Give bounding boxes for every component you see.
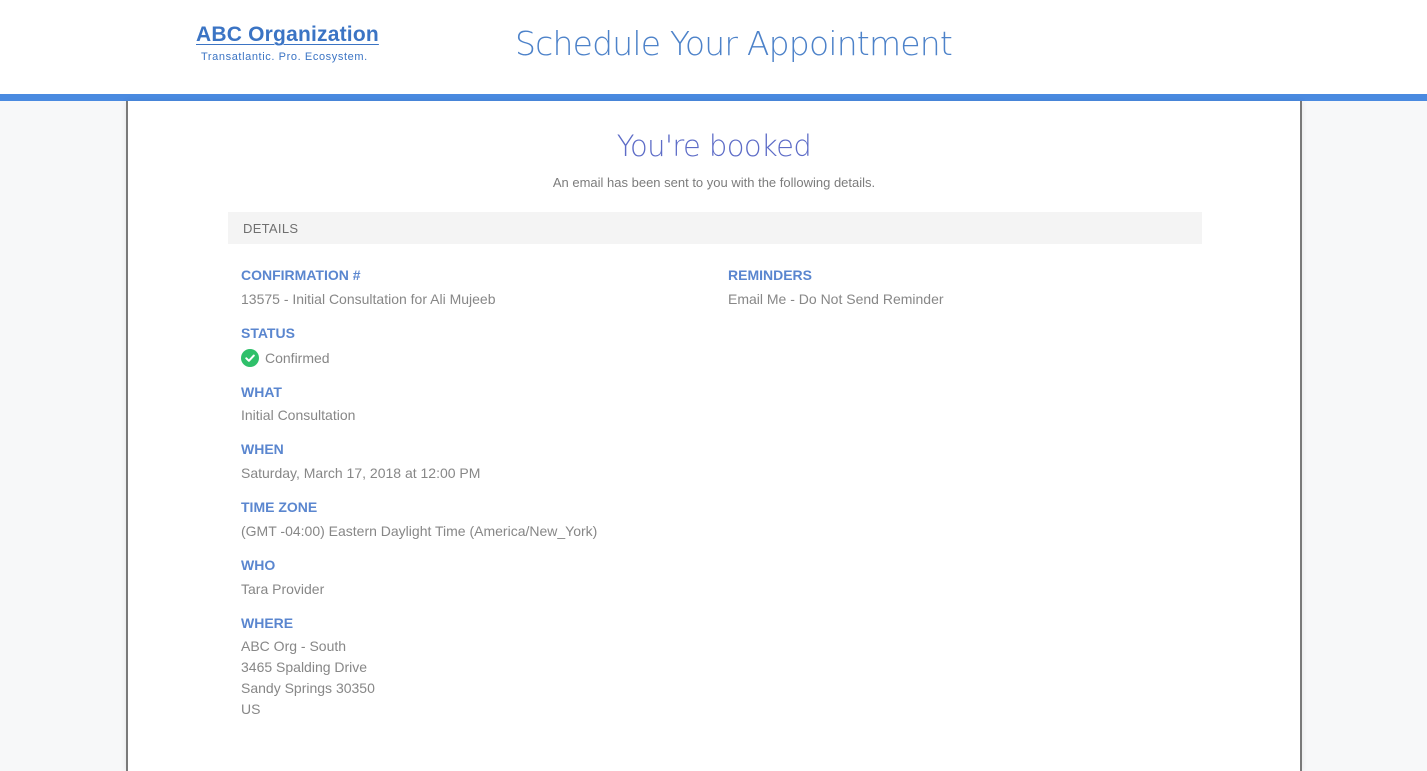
- where-line: Sandy Springs 30350: [241, 680, 375, 696]
- booked-title: You're booked: [616, 129, 812, 163]
- where-line: ABC Org - South: [241, 638, 347, 654]
- booking-confirmation-card: You're booked An email has been sent to …: [126, 101, 1302, 771]
- header-accent-bar: [0, 94, 1427, 101]
- where-label: WHERE: [241, 615, 294, 631]
- details-section-label: DETAILS: [243, 221, 299, 236]
- org-name[interactable]: ABC Organization: [196, 22, 392, 48]
- who-value: Tara Provider: [241, 581, 325, 597]
- what-label: WHAT: [241, 384, 282, 400]
- when-label: WHEN: [241, 441, 284, 457]
- org-logo[interactable]: ABC Organization Transatlantic. Pro. Eco…: [196, 22, 392, 63]
- page-title: Schedule Your Appointment: [515, 24, 953, 63]
- timezone-value: (GMT -04:00) Eastern Daylight Time (Amer…: [241, 523, 598, 539]
- org-tagline: Transatlantic. Pro. Ecosystem.: [201, 51, 368, 63]
- what-value: Initial Consultation: [241, 407, 356, 423]
- confirmation-number-value: 13575 - Initial Consultation for Ali Muj…: [241, 291, 496, 307]
- reminders-value: Email Me - Do Not Send Reminder: [728, 291, 944, 307]
- page-header: ABC Organization Transatlantic. Pro. Eco…: [0, 0, 1427, 94]
- booked-subtitle: An email has been sent to you with the f…: [552, 175, 876, 190]
- reminders-label: REMINDERS: [728, 267, 813, 283]
- where-line: 3465 Spalding Drive: [241, 659, 368, 675]
- status-text: Confirmed: [265, 350, 330, 366]
- where-address: ABC Org - South 3465 Spalding Drive Sand…: [241, 636, 375, 720]
- who-label: WHO: [241, 557, 276, 573]
- status-label: STATUS: [241, 325, 295, 341]
- details-section-header: DETAILS: [228, 212, 1202, 244]
- when-value: Saturday, March 17, 2018 at 12:00 PM: [241, 465, 481, 481]
- where-line: US: [241, 701, 261, 717]
- timezone-label: TIME ZONE: [241, 499, 318, 515]
- check-circle-icon: [241, 349, 259, 367]
- confirmation-number-label: CONFIRMATION #: [241, 267, 361, 283]
- status-value: Confirmed: [241, 349, 330, 367]
